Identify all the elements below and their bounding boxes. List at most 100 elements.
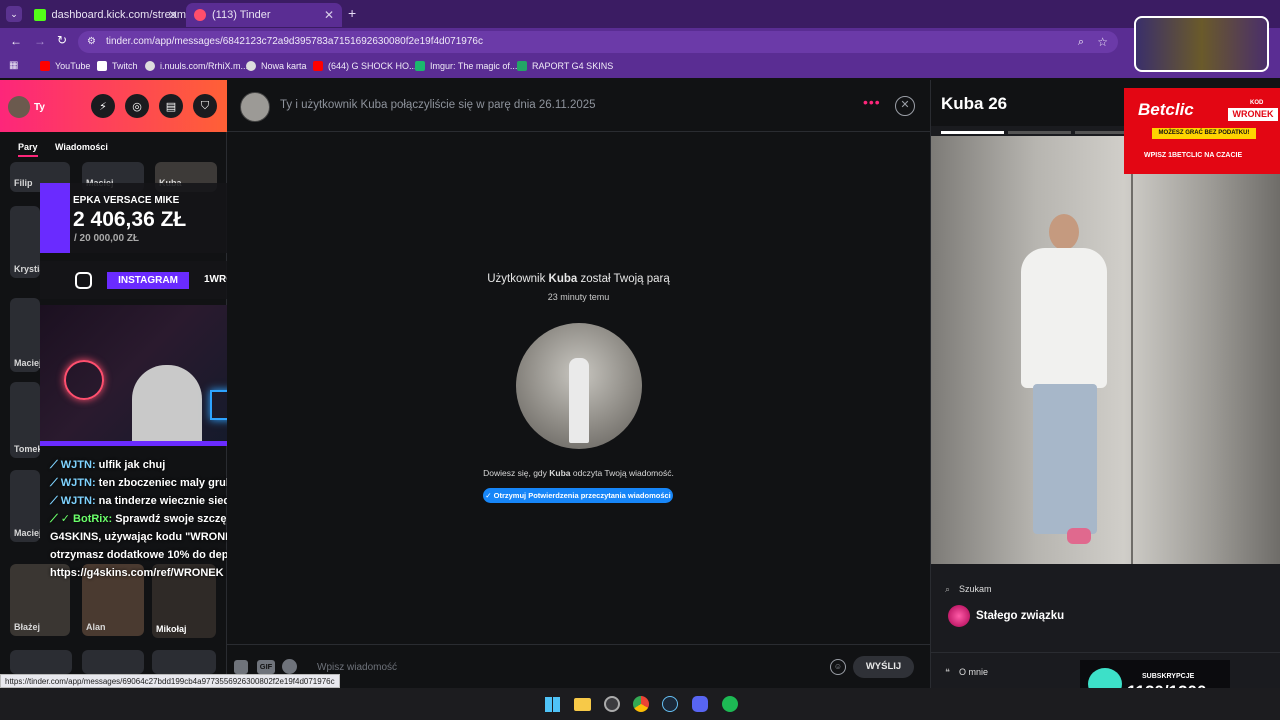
neon-sign-left	[64, 360, 104, 400]
bookmark-raport[interactable]: RAPORT G4 SKINS	[517, 61, 613, 71]
match-card[interactable]: Tomek	[10, 382, 40, 458]
looking-for-section: ⌕ Szukam Stałego związku	[931, 564, 1280, 648]
close-tab-icon[interactable]: ✕	[324, 8, 334, 22]
close-tab-icon[interactable]: ✕	[168, 8, 178, 22]
chrome-icon[interactable]	[633, 696, 649, 712]
emoji-icon[interactable]: ☺	[830, 659, 846, 675]
match-info-text: Ty i użytkownik Kuba połączyliście się w…	[280, 99, 596, 111]
betclic-promo: WPISZ 1BETCLIC NA CZACIE	[1144, 152, 1243, 159]
bookmark-imgur[interactable]: Imgur: The magic of...	[415, 61, 517, 71]
bookmark-twitch[interactable]: Twitch	[97, 61, 138, 71]
match-card[interactable]	[82, 650, 144, 674]
chat-body: Użytkownik Kuba został Twoją parą 23 min…	[227, 132, 930, 644]
briefcase-icon[interactable]: ▤	[159, 94, 183, 118]
bookmark-youtube[interactable]: YouTube	[40, 61, 90, 71]
obs-icon[interactable]	[604, 696, 620, 712]
tab-pary[interactable]: Pary	[18, 142, 38, 157]
windows-taskbar	[0, 688, 1280, 720]
about-label: O mnie	[959, 667, 989, 677]
match-card[interactable]: Krystian	[10, 206, 40, 278]
match-card[interactable]	[152, 650, 216, 674]
sticker-icon[interactable]	[234, 660, 248, 674]
person-head	[1049, 214, 1079, 250]
steam-icon[interactable]	[662, 696, 678, 712]
photo-indicator-active[interactable]	[941, 131, 1004, 134]
forward-icon[interactable]: →	[34, 34, 46, 48]
donation-goal: / 20 000,00 ZŁ	[74, 233, 140, 244]
reload-icon[interactable]: ↻	[57, 33, 67, 47]
status-url-tooltip: https://tinder.com/app/messages/69064c27…	[0, 674, 340, 688]
betclic-ad: Betclic KOD WRONEK MOŻESZ GRAĆ BEZ PODAT…	[1124, 88, 1280, 174]
close-icon[interactable]: ✕	[895, 96, 915, 116]
zoom-icon[interactable]: ⌕	[1078, 31, 1084, 53]
tab-label: (113) Tinder	[212, 9, 271, 21]
spotify-icon[interactable]	[282, 659, 297, 674]
bookmark-new-tab[interactable]: Nowa karta	[246, 61, 307, 71]
profile-name-age: Kuba 26	[941, 94, 1008, 113]
boost-icon[interactable]: ⚡	[91, 94, 115, 118]
search-icon: ⌕	[945, 584, 951, 594]
twitch-icon	[97, 61, 107, 71]
chat-user: ⟋ WJTN:	[50, 459, 96, 471]
profile-photo[interactable]	[931, 136, 1280, 564]
looking-for-value: Stałego związku	[976, 610, 1065, 622]
person-shirt	[1021, 248, 1107, 388]
betclic-logo: Betclic	[1138, 100, 1194, 119]
person-shoe	[1067, 528, 1091, 544]
person-jeans	[1033, 384, 1097, 534]
tab-search-button[interactable]: ⌄	[6, 6, 22, 22]
address-bar-row: ← → ↻ ⚙ tinder.com/app/messages/6842123c…	[0, 28, 1280, 56]
match-card[interactable]: Maciej	[10, 470, 40, 542]
avatar[interactable]	[8, 96, 30, 118]
photo-indicator[interactable]	[1007, 131, 1071, 134]
elevator-door-seam	[1131, 136, 1133, 564]
tab-wiadomosci[interactable]: Wiadomości	[55, 142, 108, 152]
chat-user: ⟋ WJTN:	[50, 477, 96, 489]
url-text: tinder.com/app/messages/6842123c72a9d395…	[106, 36, 483, 47]
bookmark-gshock[interactable]: (644) G SHOCK HO...	[313, 61, 417, 71]
site-info-icon[interactable]: ⚙	[87, 31, 96, 53]
looking-for-label: Szukam	[959, 584, 992, 594]
read-receipt-info: Dowiesz się, gdy Kuba odczyta Twoją wiad…	[483, 468, 674, 478]
sidebar-header: Ty ⚡ ◎ ▤ ⛉	[0, 80, 227, 132]
back-icon[interactable]: ←	[10, 34, 22, 48]
new-tab-button[interactable]: +	[348, 5, 356, 21]
url-field[interactable]: ⚙ tinder.com/app/messages/6842123c72a9d3…	[78, 31, 1118, 53]
streamer-figure	[132, 365, 202, 442]
avatar[interactable]	[240, 92, 270, 122]
windows-start-icon[interactable]	[545, 697, 560, 712]
globe-icon	[246, 61, 256, 71]
apps-grid-icon[interactable]: ▦	[9, 60, 18, 71]
match-photo[interactable]	[516, 323, 642, 449]
discord-icon[interactable]	[692, 696, 708, 712]
match-card[interactable]	[10, 650, 72, 674]
match-card[interactable]: Maciej	[10, 298, 40, 372]
tab-tinder[interactable]: (113) Tinder ✕	[186, 3, 342, 27]
sheets-icon	[517, 61, 527, 71]
instagram-label: INSTAGRAM	[107, 272, 189, 289]
donation-title: EPKA VERSACE MIKE	[73, 195, 180, 206]
match-photo-figure	[569, 358, 589, 443]
match-announcement: Użytkownik Kuba został Twoją parą	[487, 273, 670, 285]
shield-icon[interactable]: ⛉	[193, 94, 217, 118]
browser-tab-bar: ⌄ dashboard.kick.com/stream ✕ (113) Tind…	[0, 0, 1280, 28]
more-options-icon[interactable]: •••	[863, 94, 881, 110]
quote-icon: ❝	[945, 667, 950, 677]
file-explorer-icon[interactable]	[574, 698, 591, 711]
bookmark-nuuls[interactable]: i.nuuls.com/RrhiX.m...	[145, 61, 248, 71]
gif-button[interactable]: GIF	[257, 660, 275, 674]
bookmarks-bar: ▦ YouTube Twitch i.nuuls.com/RrhiX.m... …	[0, 56, 1280, 78]
message-input[interactable]: Wpisz wiadomość	[317, 662, 397, 673]
check-icon: ✓	[485, 491, 492, 500]
read-receipts-button[interactable]: ✓ Otrzymuj Potwierdzenia przeczytania wi…	[483, 488, 673, 503]
explore-icon[interactable]: ◎	[125, 94, 149, 118]
betclic-tagline: MOŻESZ GRAĆ BEZ PODATKU!	[1152, 128, 1256, 139]
user-label[interactable]: Ty	[34, 102, 45, 113]
kick-icon	[34, 9, 46, 21]
bookmark-star-icon[interactable]: ☆	[1097, 31, 1108, 53]
heart-icon	[948, 605, 970, 627]
send-button[interactable]: WYŚLIJ	[853, 656, 914, 678]
match-time: 23 minuty temu	[547, 292, 610, 302]
tab-kick-dashboard[interactable]: dashboard.kick.com/stream ✕	[26, 3, 186, 27]
spotify-app-icon[interactable]	[722, 696, 738, 712]
